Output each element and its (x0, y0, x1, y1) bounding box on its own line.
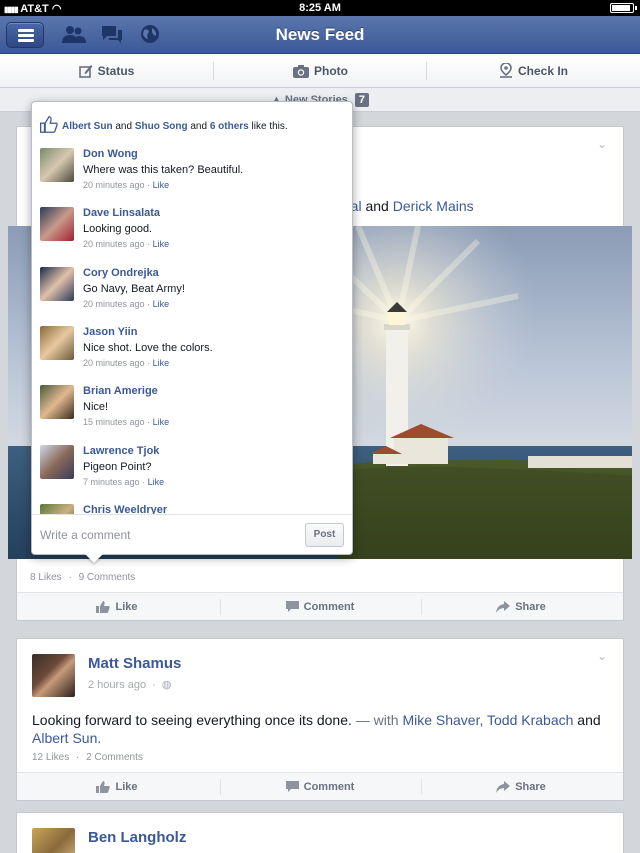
post-author[interactable]: Matt Shamus (88, 655, 181, 672)
avatar[interactable] (40, 148, 74, 182)
post-button[interactable]: Post (305, 523, 344, 547)
composer-bar: Status Photo Check In (0, 54, 640, 88)
comment-bubble-icon (285, 601, 299, 612)
comment-item: Dave Linsalata Looking good. 20 minutes ag… (40, 207, 340, 259)
avatar[interactable] (40, 207, 74, 242)
tagged-friend-link[interactable]: Mike Shaver, Todd Krabach (402, 712, 573, 728)
camera-icon (293, 65, 309, 78)
comment-meta: 20 minutes ago · Like (83, 239, 170, 250)
post-stats: 12 Likes · 2 Comments (32, 752, 143, 763)
comment-like-link[interactable]: Like (153, 180, 170, 190)
avatar[interactable] (32, 828, 75, 853)
status-button[interactable]: Status (0, 54, 213, 88)
share-button[interactable]: Share (421, 593, 621, 621)
globe-icon: ◍ (161, 679, 172, 691)
new-stories-count: 7 (354, 93, 370, 107)
likers-summary: Albert Sun and Shuo Song and 6 others li… (40, 116, 288, 133)
page-title: News Feed (275, 25, 365, 44)
post-text: Looking forward to seeing everything onc… (32, 712, 601, 746)
avatar[interactable] (40, 325, 74, 360)
avatar[interactable] (40, 266, 74, 301)
comment-item: Don Wong Where was this taken? Beautiful.… (40, 148, 340, 200)
status-time: 8:25 AM (299, 2, 341, 14)
thumbs-up-icon (96, 601, 111, 613)
commenter-name[interactable]: Don Wong (83, 148, 138, 160)
comment-item: Lawrence Tjok Pigeon Point? 7 minutes ago … (40, 444, 340, 497)
comment-like-link[interactable]: Like (153, 358, 170, 368)
tagged-friend-link[interactable]: Albert Sun. (32, 730, 101, 746)
share-button[interactable]: Share (421, 773, 621, 801)
commenter-name[interactable]: Cory Ondrejka (83, 267, 159, 279)
popover-arrow (85, 554, 103, 563)
liker-link[interactable]: Albert Sun (62, 121, 113, 132)
post-card: ⌄ Matt Shamus 2 hours ago · ◍ Looking fo… (16, 638, 624, 801)
comment-text: Nice! (83, 401, 109, 414)
comments-popover: Albert Sun and Shuo Song and 6 others li… (31, 101, 353, 555)
liker-link[interactable]: Shuo Song (135, 121, 188, 132)
post-author[interactable]: Ben Langholz (88, 829, 186, 846)
comment-composer: Write a comment Post (32, 514, 352, 554)
comment-button[interactable]: Comment (220, 773, 420, 801)
comments-count[interactable]: 9 Comments (79, 572, 136, 583)
checkin-pin-icon (499, 62, 512, 78)
comment-button[interactable]: Comment (220, 593, 420, 621)
post-time: 2 hours ago · ◍ (88, 679, 172, 691)
comment-like-link[interactable]: Like (153, 417, 170, 427)
commenter-name[interactable]: Dave Linsalata (83, 207, 160, 219)
like-button[interactable]: Like (17, 773, 217, 801)
comment-text: Looking good. (83, 223, 153, 236)
avatar[interactable] (32, 654, 75, 697)
comment-text: Nice shot. Love the colors. (83, 341, 213, 354)
comment-like-link[interactable]: Like (153, 299, 170, 309)
post-stats: 8 Likes · 9 Comments (30, 572, 136, 583)
likes-count[interactable]: 8 Likes (30, 572, 62, 583)
comment-meta: 15 minutes ago · Like (83, 417, 170, 428)
thumbs-up-icon (96, 781, 111, 793)
avatar[interactable] (40, 444, 74, 479)
post-actions: Like Comment Share (17, 772, 623, 800)
nav-bar: News Feed (0, 16, 640, 54)
avatar[interactable] (40, 385, 74, 420)
thumbs-up-icon (40, 116, 58, 133)
chevron-down-icon[interactable]: ⌄ (597, 137, 607, 151)
comment-like-link[interactable]: Like (153, 239, 170, 249)
likes-count[interactable]: 12 Likes (32, 752, 69, 763)
comment-text: Go Navy, Beat Army! (83, 282, 185, 295)
photo-button[interactable]: Photo (214, 54, 427, 88)
commenter-name[interactable]: Brian Amerige (83, 385, 158, 397)
post-card: Ben Langholz (16, 812, 624, 853)
share-arrow-icon (496, 601, 511, 613)
comment-meta: 7 minutes ago · Like (83, 476, 165, 487)
comment-meta: 20 minutes ago · Like (83, 298, 170, 309)
comment-meta: 20 minutes ago · Like (83, 357, 170, 368)
share-arrow-icon (496, 781, 511, 793)
comment-bubble-icon (285, 781, 299, 792)
others-link[interactable]: 6 others (210, 121, 249, 132)
comment-like-link[interactable]: Like (148, 477, 165, 487)
battery-icon (610, 3, 637, 13)
comment-text: Where was this taken? Beautiful. (83, 164, 244, 176)
comment-item: Cory Ondrejka Go Navy, Beat Army! 20 minut… (40, 266, 340, 319)
comment-input[interactable]: Write a comment (40, 528, 130, 542)
commenter-name[interactable]: Jason Yiin (83, 326, 137, 338)
comments-count[interactable]: 2 Comments (86, 752, 143, 763)
comment-meta: 20 minutes ago · Like (83, 180, 170, 190)
tagged-friend-link[interactable]: Derick Mains (393, 198, 474, 214)
commenter-name[interactable]: Lawrence Tjok (83, 445, 159, 457)
comment-item: Jason Yiin Nice shot. Love the colors. 20 … (40, 325, 340, 378)
checkin-button[interactable]: Check In (427, 54, 640, 88)
like-button[interactable]: Like (17, 593, 217, 621)
comment-item: Brian Amerige Nice! 15 minutes ago · Like (40, 385, 340, 437)
post-tagline: thal and Derick Mains (339, 198, 474, 214)
chevron-down-icon[interactable]: ⌄ (597, 649, 607, 663)
post-actions: Like Comment Share (17, 592, 623, 620)
comment-text: Pigeon Point? (83, 460, 152, 473)
status-bar: ▮▮▮▮ AT&T ◠ 8:25 AM (0, 0, 640, 16)
status-edit-icon (78, 65, 93, 78)
